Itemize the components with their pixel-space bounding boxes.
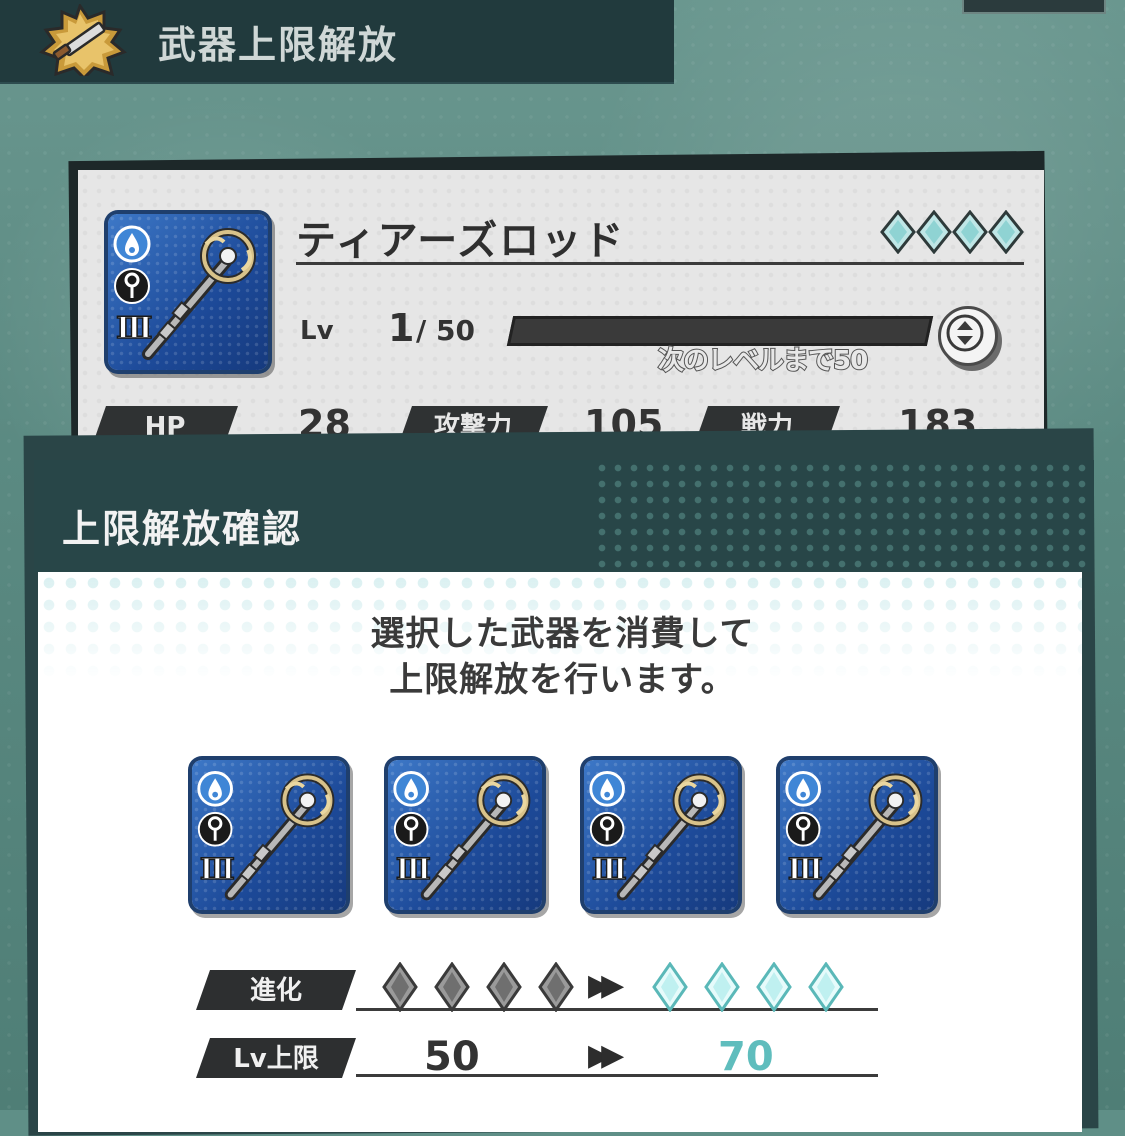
dialog-message-line1: 選択した武器を消費して bbox=[370, 614, 755, 654]
level-cap-before: 50 bbox=[424, 1034, 480, 1080]
weapon-name: ティアーズロッド bbox=[296, 218, 626, 264]
level-max: / 50 bbox=[416, 314, 475, 347]
level-cap-after: 70 bbox=[718, 1034, 774, 1080]
level-current: 1 bbox=[388, 306, 415, 350]
svg-text:Ⅲ: Ⅲ bbox=[788, 852, 823, 886]
weapon-detail-card: Ⅲ ティアーズロッド Lv 1 / 50 次のレベルまで50 HP 28 攻撃力… bbox=[78, 170, 1044, 460]
double-chevron-right-icon: ▶▶ bbox=[588, 1038, 624, 1073]
screen-header: 武器上限解放 bbox=[0, 0, 674, 84]
double-chevron-right-icon: ▶▶ bbox=[588, 968, 624, 1003]
rarity-diamonds bbox=[880, 210, 1024, 254]
tears-rod-key-icon: Ⅲ bbox=[197, 771, 335, 901]
dialog-message-line2: 上限解放を行います。 bbox=[389, 660, 736, 700]
evolution-label: 進化 bbox=[196, 970, 356, 1010]
level-label: Lv bbox=[300, 316, 334, 346]
top-right-menu-button[interactable] bbox=[962, 0, 1106, 14]
svg-text:Ⅲ: Ⅲ bbox=[396, 852, 431, 886]
material-weapon-icon[interactable]: Ⅲ bbox=[584, 760, 738, 910]
dialog-title: 上限解放確認 bbox=[62, 507, 303, 551]
weapon-icon[interactable]: Ⅲ bbox=[108, 214, 268, 370]
evolution-after-diamonds bbox=[652, 962, 844, 1012]
tears-rod-key-icon: Ⅲ bbox=[393, 771, 531, 901]
svg-text:Ⅲ: Ⅲ bbox=[592, 852, 627, 886]
material-weapon-icon[interactable]: Ⅲ bbox=[780, 760, 934, 910]
sword-star-icon bbox=[39, 4, 127, 76]
name-underline bbox=[296, 262, 1024, 265]
evolution-before-diamonds bbox=[382, 962, 574, 1012]
svg-text:Ⅲ: Ⅲ bbox=[116, 311, 153, 346]
material-weapon-icon[interactable]: Ⅲ bbox=[388, 760, 542, 910]
updown-arrows-icon bbox=[946, 314, 984, 352]
tears-rod-key-icon: Ⅲ bbox=[589, 771, 727, 901]
tears-rod-key-icon: Ⅲ bbox=[785, 771, 923, 901]
level-cap-label: Lv上限 bbox=[196, 1038, 356, 1078]
sort-toggle-button[interactable] bbox=[938, 306, 998, 366]
next-level-text: 次のレベルまで50 bbox=[657, 345, 869, 377]
page-title: 武器上限解放 bbox=[158, 23, 399, 67]
tears-rod-key-icon: Ⅲ bbox=[113, 225, 256, 360]
material-weapon-icon[interactable]: Ⅲ bbox=[192, 760, 346, 910]
svg-text:Ⅲ: Ⅲ bbox=[200, 852, 235, 886]
